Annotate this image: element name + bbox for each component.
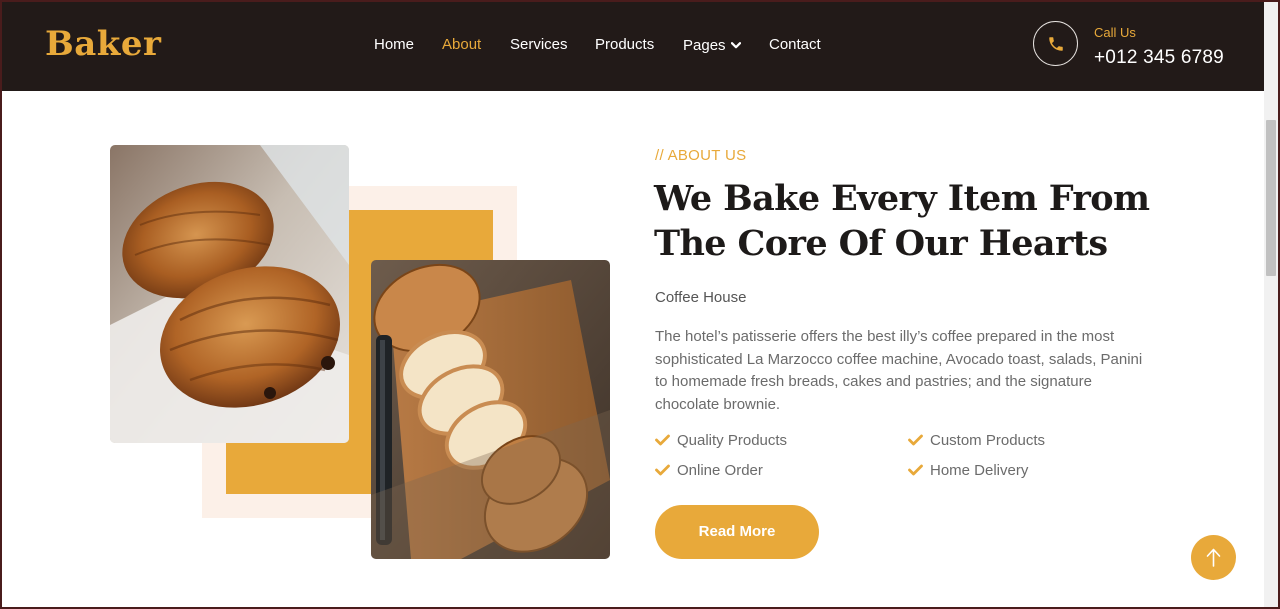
phone-icon: [1049, 37, 1063, 51]
phone-number[interactable]: +012 345 6789: [1094, 47, 1224, 69]
arrow-up-icon: [1206, 548, 1221, 567]
nav-about[interactable]: About: [442, 36, 481, 53]
chevron-down-icon: [730, 36, 741, 53]
check-icon: [908, 464, 923, 476]
section-subtitle: Coffee House: [655, 289, 747, 306]
feature-label: Online Order: [677, 462, 763, 479]
back-to-top-button[interactable]: [1191, 535, 1236, 580]
check-icon: [908, 434, 923, 446]
call-us-label: Call Us: [1094, 25, 1136, 40]
nav-services[interactable]: Services: [510, 36, 568, 53]
read-more-button[interactable]: Read More: [655, 505, 819, 559]
croissant-image: [110, 145, 349, 443]
scrollbar-thumb[interactable]: [1266, 120, 1276, 276]
site-header: Baker Home About Services Products Pages…: [2, 2, 1264, 91]
feature-label: Quality Products: [677, 432, 788, 449]
nav-pages-label: Pages: [683, 37, 726, 54]
nav-contact[interactable]: Contact: [769, 36, 821, 53]
section-description: The hotel’s patisserie offers the best i…: [655, 328, 1143, 413]
section-heading: We Bake Every Item From The Core Of Our …: [654, 178, 1150, 264]
phone-icon-circle[interactable]: [1033, 21, 1078, 66]
nav-products[interactable]: Products: [595, 36, 654, 53]
page: Baker Home About Services Products Pages…: [2, 2, 1278, 607]
sliced-bread-image: [371, 260, 610, 559]
brand-logo[interactable]: Baker: [45, 24, 161, 64]
nav-home[interactable]: Home: [374, 36, 414, 53]
check-icon: [655, 434, 670, 446]
feature-label: Home Delivery: [930, 462, 1029, 479]
section-eyebrow: // ABOUT US: [655, 147, 747, 164]
nav-pages[interactable]: Pages: [683, 36, 741, 54]
scrollbar[interactable]: [1264, 2, 1278, 607]
check-icon: [655, 464, 670, 476]
feature-label: Custom Products: [930, 432, 1046, 449]
